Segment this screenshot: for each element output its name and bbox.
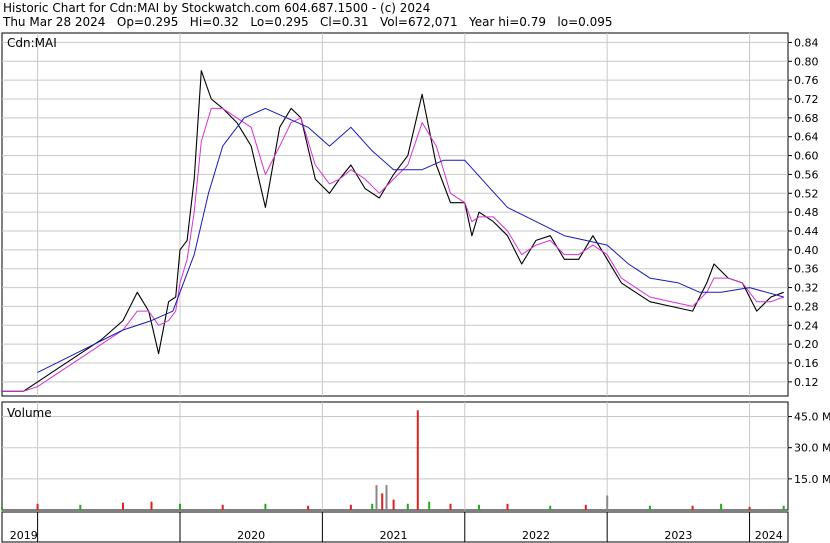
volume-bar: [375, 485, 378, 510]
volume-bar: [371, 503, 374, 510]
price-tick-label: 0.48: [794, 206, 819, 219]
volume-bar: [79, 504, 82, 510]
price-tick-label: 0.80: [794, 55, 819, 68]
price-tick-label: 0.20: [794, 338, 819, 351]
volume-bar: [381, 493, 384, 510]
price-tick-label: 0.60: [794, 150, 819, 163]
price-tick-label: 0.36: [794, 263, 819, 276]
price-tick-label: 0.72: [794, 93, 819, 106]
volume-panel-label: Volume: [7, 406, 52, 420]
volume-bar: [506, 503, 509, 510]
year-label: 2023: [664, 529, 692, 542]
volume-bar: [36, 503, 39, 510]
price-tick-label: 0.64: [794, 131, 819, 144]
price-panel-frame: [1, 32, 789, 397]
volume-bar: [307, 505, 310, 510]
volume-bar: [1, 506, 3, 510]
price-tick-label: 0.56: [794, 168, 819, 181]
volume-bar: [648, 505, 651, 510]
volume-bar: [606, 495, 609, 510]
year-label: 2020: [237, 529, 265, 542]
volume-tick-label: 30.0 M: [794, 442, 830, 455]
volume-bar: [549, 505, 552, 510]
volume-bar: [449, 503, 452, 510]
price-tick-label: 0.44: [794, 225, 819, 238]
price-tick-label: 0.40: [794, 244, 819, 257]
volume-bar: [406, 503, 409, 510]
volume-bar: [691, 505, 694, 510]
price-tick-label: 0.84: [794, 36, 819, 49]
volume-bar: [748, 506, 751, 510]
price-tick-label: 0.28: [794, 300, 819, 313]
volume-axis: 45.0 M 30.0 M 15.0 M: [788, 411, 830, 486]
price-panel-label: Cdn:MAI: [7, 36, 57, 50]
year-label: 2022: [522, 529, 550, 542]
stock-chart: 0.84 0.80 0.76 0.72 0.68 0.64 0.60 0.56 0.52 0.48…: [1, 32, 830, 543]
price-tick-label: 0.52: [794, 187, 819, 200]
volume-bar: [264, 503, 267, 510]
volume-bar: [782, 505, 785, 510]
year-label: 2024: [755, 529, 783, 542]
volume-bar: [150, 501, 153, 510]
volume-bar: [584, 504, 587, 510]
volume-tick-label: 45.0 M: [794, 411, 830, 424]
volume-bar: [478, 504, 480, 510]
price-tick-label: 0.32: [794, 282, 819, 295]
volume-bar: [416, 410, 419, 510]
volume-bar: [720, 503, 723, 510]
volume-bar: [392, 499, 395, 510]
price-tick-label: 0.76: [794, 74, 819, 87]
volume-bar: [179, 503, 181, 510]
volume-bar: [349, 504, 352, 510]
volume-bar: [221, 504, 224, 510]
volume-tick-label: 15.0 M: [794, 473, 830, 486]
year-label: 2021: [380, 529, 408, 542]
price-tick-label: 0.24: [794, 319, 819, 332]
volume-bar: [122, 502, 124, 510]
year-label: 2019: [10, 529, 38, 542]
price-tick-label: 0.12: [794, 376, 819, 389]
volume-bar: [385, 485, 388, 510]
price-tick-label: 0.16: [794, 357, 819, 370]
price-tick-label: 0.68: [794, 112, 819, 125]
volume-bar: [428, 501, 431, 510]
volume-panel-frame: [1, 401, 789, 511]
price-axis: 0.84 0.80 0.76 0.72 0.68 0.64 0.60 0.56 0.52 0.48…: [788, 36, 819, 389]
